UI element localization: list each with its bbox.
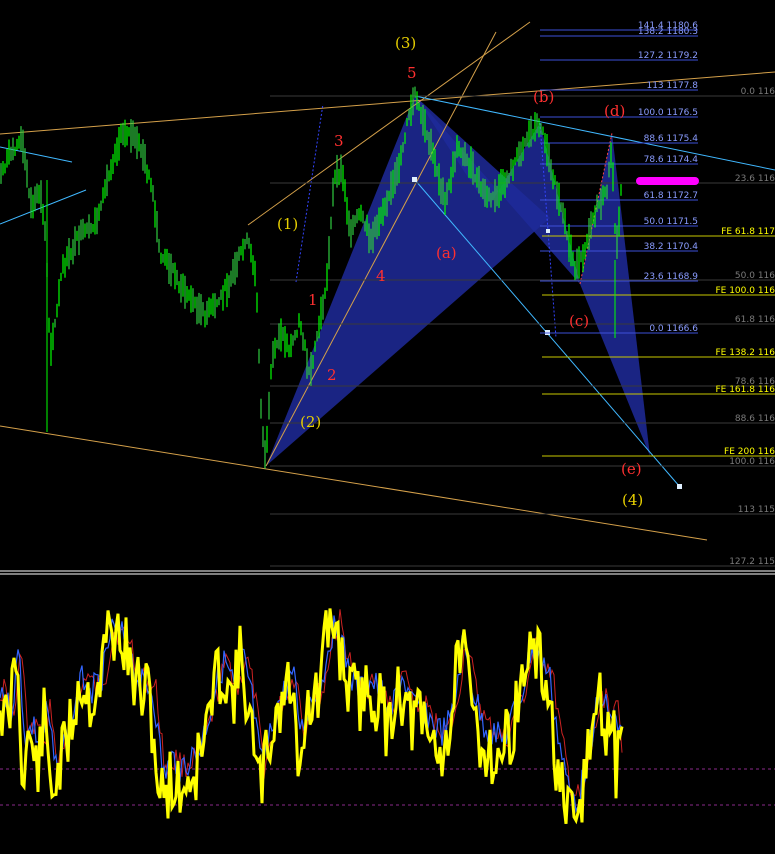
fib-retracement-label: 38.2 1170.4 xyxy=(644,242,699,252)
fib-grey-label: 127.2 115 xyxy=(729,557,775,567)
fib-retracement-label: 88.6 1175.4 xyxy=(644,134,699,144)
fib-grey-label: 113 115 xyxy=(738,505,775,515)
fib-grey-label: 100.0 116 xyxy=(729,457,775,467)
fib-grey-label: 0.0 116 xyxy=(741,87,775,97)
wave-label-major-2: (2) xyxy=(300,413,321,431)
anchor-point[interactable] xyxy=(546,229,550,233)
anchor-point[interactable] xyxy=(677,484,682,489)
fib-grey-label: 23.6 116 xyxy=(735,174,775,184)
fib-expansion-label: FE 100.0 116 xyxy=(715,286,775,296)
chart-window: 141.4 1180.6 138.2 1180.3 127.2 1179.2 113 … xyxy=(0,0,775,850)
fib-expansion-label: FE 161.8 116 xyxy=(715,385,775,395)
wave-label-e: (e) xyxy=(621,460,642,478)
fib-retracement-label: 113 1177.8 xyxy=(646,81,698,91)
fib-grey-label: 88.6 116 xyxy=(735,414,775,424)
anchor-point[interactable] xyxy=(412,177,417,182)
wave-label-minor-3: 3 xyxy=(334,132,344,150)
wave-label-minor-5: 5 xyxy=(407,64,417,82)
wave-label-c: (c) xyxy=(569,312,589,330)
wave-label-minor-1: 1 xyxy=(308,291,318,309)
fib-retracement-label: 127.2 1179.2 xyxy=(638,51,698,61)
fib-expansion-label: FE 200 116 xyxy=(724,447,775,457)
wave-label-major-4: (4) xyxy=(622,491,643,509)
fib-retracement-label: 100.0 1176.5 xyxy=(638,108,698,118)
wave-label-major-1: (1) xyxy=(277,215,298,233)
fib-retracement-label: 78.6 1174.4 xyxy=(644,155,699,165)
wave-label-major-3: (3) xyxy=(395,34,416,52)
wave-label-a: (a) xyxy=(436,244,457,262)
wave-label-minor-2: 2 xyxy=(327,366,337,384)
wave-label-d: (d) xyxy=(604,102,625,120)
chart-canvas: 141.4 1180.6138.2 1180.3127.2 1179.2113 … xyxy=(0,0,775,850)
fib-retracement-label: 0.0 1166.6 xyxy=(649,324,698,334)
fib-expansion-label: FE 61.8 117 xyxy=(721,227,775,237)
fib-expansion-label: FE 138.2 116 xyxy=(715,348,775,358)
fib-retracement-label: 138.2 1180.3 xyxy=(638,27,698,37)
fib-grey-label: 61.8 116 xyxy=(735,315,775,325)
wave-label-b: (b) xyxy=(533,88,554,106)
fib-retracement-label: 50.0 1171.5 xyxy=(644,217,698,227)
fib-grey-label: 50.0 116 xyxy=(735,271,775,281)
wave-label-minor-4: 4 xyxy=(376,267,386,285)
fib-retracement-label: 61.8 1172.7 xyxy=(644,191,698,201)
